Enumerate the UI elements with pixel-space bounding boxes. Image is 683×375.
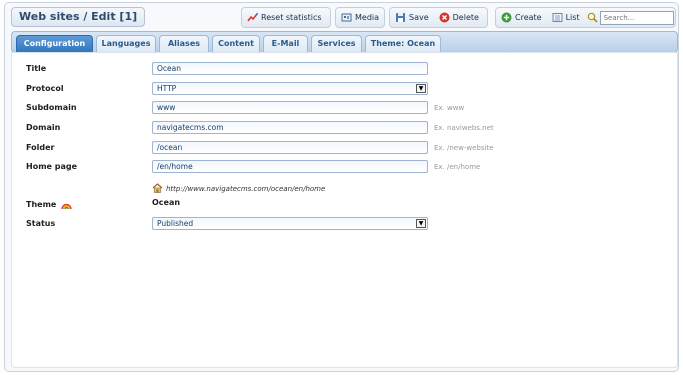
list-label: List (565, 13, 580, 22)
homepage-field[interactable]: /en/home (152, 160, 428, 173)
folder-field[interactable]: /ocean (152, 141, 428, 154)
media-label: Media (355, 13, 380, 22)
folder-hint: Ex. /new-website (434, 144, 494, 152)
domain-label: Domain (26, 123, 61, 132)
toolbar-group-navigation: Create List (495, 7, 676, 28)
theme-label-text: Theme (26, 200, 57, 209)
tab-aliases[interactable]: Aliases (159, 35, 209, 53)
protocol-label: Protocol (26, 84, 64, 93)
subdomain-label: Subdomain (26, 103, 77, 112)
toolbar-group-stats: Reset statistics (241, 7, 331, 28)
chart-reset-icon (247, 12, 258, 23)
reset-statistics-label: Reset statistics (261, 13, 322, 22)
delete-button[interactable]: Delete (434, 8, 484, 27)
toolbar-group-media: Media (335, 7, 385, 28)
create-label: Create (515, 13, 542, 22)
configuration-panel: Title Ocean Protocol HTTP ▼ Subdomain ww… (11, 52, 678, 368)
tab-configuration[interactable]: Configuration (16, 35, 93, 53)
tab-bar: Configuration Languages Aliases Content … (11, 31, 678, 53)
tab-content[interactable]: Content (212, 35, 260, 53)
status-select[interactable]: Published ▼ (152, 217, 428, 230)
save-button[interactable]: Save (390, 8, 434, 27)
folder-label: Folder (26, 143, 55, 152)
theme-label: Theme (26, 200, 72, 210)
save-label: Save (409, 13, 429, 22)
create-button[interactable]: Create (496, 8, 547, 27)
media-icon (341, 12, 352, 23)
protocol-value: HTTP (157, 84, 177, 93)
domain-hint: Ex. naviwebs.net (434, 124, 494, 132)
status-value: Published (157, 219, 194, 228)
homepage-label: Home page (26, 162, 78, 171)
page-title: Web sites / Edit [1] (11, 7, 146, 27)
theme-value: Ocean (152, 198, 181, 207)
protocol-select[interactable]: HTTP ▼ (152, 82, 428, 95)
create-plus-icon (501, 12, 512, 23)
delete-label: Delete (452, 13, 479, 22)
homepage-hint: Ex. /en/home (434, 163, 481, 171)
media-button[interactable]: Media (336, 8, 384, 27)
delete-icon (439, 12, 450, 23)
home-icon (152, 183, 163, 195)
chevron-down-icon: ▼ (416, 84, 426, 93)
subdomain-field[interactable]: www (152, 101, 428, 114)
subdomain-hint: Ex. www (434, 104, 465, 112)
main-frame: Web sites / Edit [1] Reset statistics Me… (4, 2, 679, 372)
reset-statistics-button[interactable]: Reset statistics (242, 8, 327, 27)
domain-field[interactable]: navigatecms.com (152, 121, 428, 134)
chevron-down-icon: ▼ (416, 219, 426, 228)
toolbar-group-edit: Save Delete (389, 7, 488, 28)
url-preview: http://www.navigatecms.com/ocean/en/home (152, 183, 325, 195)
url-preview-text: http://www.navigatecms.com/ocean/en/home (166, 185, 326, 193)
tab-languages[interactable]: Languages (96, 35, 156, 53)
magnifier-icon (587, 12, 598, 23)
tab-theme[interactable]: Theme: Ocean (365, 35, 441, 53)
tab-services[interactable]: Services (311, 35, 362, 53)
title-field[interactable]: Ocean (152, 62, 428, 75)
list-button[interactable]: List (547, 8, 585, 27)
tab-email[interactable]: E-Mail (263, 35, 308, 53)
search-input[interactable] (599, 10, 674, 25)
status-label: Status (26, 219, 56, 228)
list-icon (552, 12, 563, 23)
rainbow-icon (61, 200, 72, 210)
floppy-save-icon (395, 12, 406, 23)
title-label: Title (26, 64, 47, 73)
